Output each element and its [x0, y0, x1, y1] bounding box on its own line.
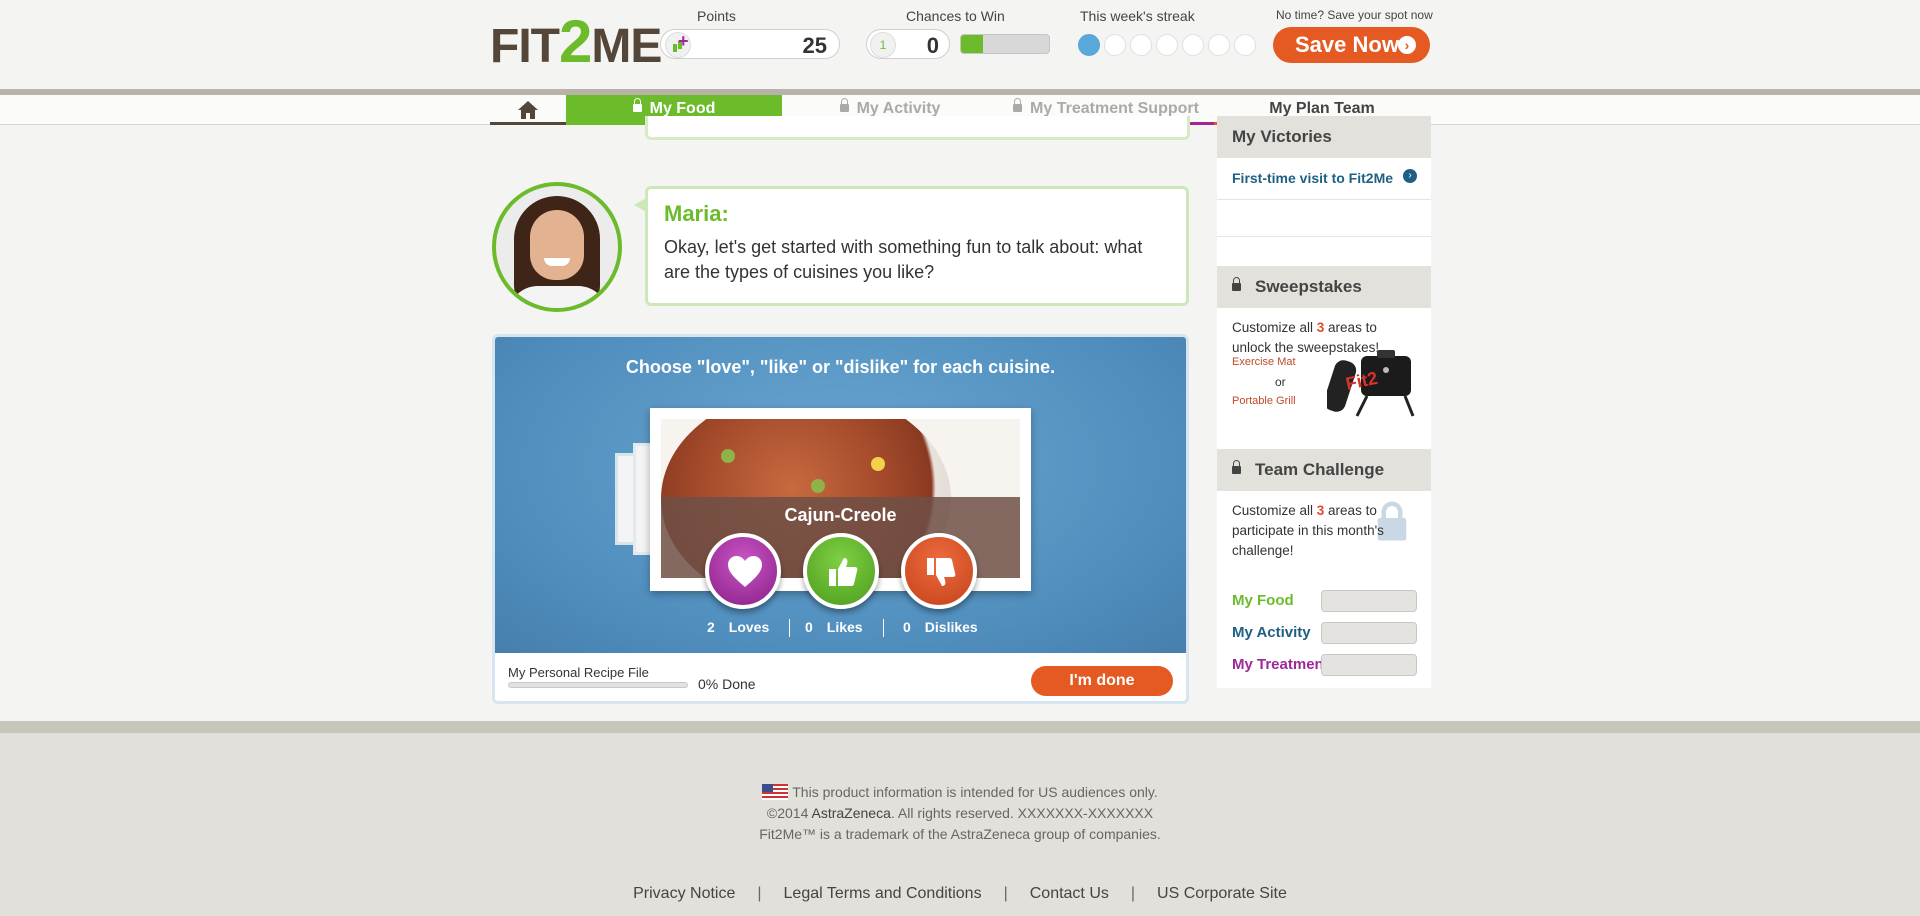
points-plus-icon: [665, 31, 691, 58]
streak-day-dot: [1234, 34, 1256, 56]
team-row-label: My Food: [1232, 592, 1294, 609]
footer-copyright: ©2014 AstraZeneca. All rights reserved. …: [766, 805, 1154, 821]
save-prompt: No time? Save your spot now: [1276, 8, 1433, 22]
team-row-label: My Activity: [1232, 624, 1311, 641]
team-challenge-text: Customize all 3 areas to participate in …: [1232, 503, 1384, 558]
recipe-progress-text: 0% Done: [698, 676, 756, 692]
divider: [1217, 236, 1431, 237]
streak-day-dot: [1182, 34, 1204, 56]
loves-count: 2 Loves: [707, 619, 770, 635]
victory-link-first-visit[interactable]: First-time visit to Fit2Me: [1232, 170, 1393, 186]
streak-dots: [1078, 34, 1256, 56]
footer-separator: |: [1130, 885, 1136, 902]
cuisine-picker-card: Choose "love", "like" or "dislike" for e…: [492, 334, 1189, 704]
chances-progress-bar: [960, 34, 1050, 54]
dislike-button[interactable]: [901, 533, 977, 609]
nav-tab-label: My Activity: [856, 100, 941, 117]
prize-grill-mat-image: Fit2: [1327, 350, 1415, 417]
points-label: Points: [697, 8, 736, 24]
footer-trademark: Fit2Me™ is a trademark of the AstraZenec…: [759, 826, 1161, 842]
lock-icon: [632, 98, 642, 112]
chevron-right-icon: ›: [1398, 36, 1416, 54]
points-display: 25: [660, 29, 840, 59]
previous-message-bubble: [645, 116, 1190, 140]
footer-divider: [0, 721, 1920, 733]
footer-separator: |: [757, 885, 762, 902]
lock-icon: [1232, 277, 1241, 291]
victories-header: My Victories: [1217, 116, 1431, 158]
logo-text-2: 2: [558, 8, 592, 75]
logo-text-me: ME: [591, 20, 662, 73]
nav-tab-label: My Treatment Support: [1030, 100, 1199, 117]
dislikes-count: 0 Dislikes: [903, 619, 978, 635]
footer-link-privacy-notice[interactable]: Privacy Notice: [633, 885, 735, 902]
fit2me-logo[interactable]: FIT2ME: [490, 12, 662, 77]
main-content: Maria: Okay, let's get started with some…: [0, 116, 1920, 721]
streak-day-dot: [1104, 34, 1126, 56]
team-progress-bar: [1321, 654, 1417, 676]
coach-message: Okay, let's get started with something f…: [664, 237, 1143, 282]
logo-text-fit: FIT: [490, 20, 560, 73]
chances-value: 0: [926, 33, 939, 58]
team-progress-bar: [1321, 590, 1417, 612]
home-icon: [518, 101, 538, 119]
sweepstakes-header: Sweepstakes: [1217, 266, 1431, 308]
footer-separator: |: [1003, 885, 1008, 902]
im-done-button[interactable]: I'm done: [1031, 666, 1173, 696]
prize-or: or: [1275, 375, 1286, 389]
prize-exercise-mat[interactable]: Exercise Mat: [1232, 356, 1296, 368]
rating-counts: 2 Loves 0 Likes 0 Dislikes: [705, 619, 995, 639]
laurel-badge-icon: 1: [870, 32, 896, 58]
footer-link-legal-terms[interactable]: Legal Terms and Conditions: [784, 885, 982, 902]
streak-day-dot: [1208, 34, 1230, 56]
footer-links: Privacy Notice | Legal Terms and Condition…: [0, 885, 1920, 903]
nav-home[interactable]: [490, 95, 566, 125]
streak-day-dot: [1130, 34, 1152, 56]
cuisine-name: Cajun-Creole: [784, 505, 897, 525]
nav-tab-label: My Plan Team: [1269, 100, 1375, 117]
save-now-button[interactable]: Save Now ›: [1273, 27, 1430, 63]
footer-link-contact-us[interactable]: Contact Us: [1030, 885, 1109, 902]
coach-message-bubble: Maria: Okay, let's get started with some…: [634, 186, 1189, 306]
count-divider: [883, 619, 884, 637]
footer-us-notice: This product information is intended for…: [0, 784, 1920, 800]
thumbs-up-icon: [829, 558, 858, 586]
likes-count: 0 Likes: [805, 619, 863, 635]
coach-name: Maria:: [664, 201, 729, 226]
header: FIT2ME Points 25 Chances to Win 1 0 This…: [0, 0, 1920, 90]
love-button[interactable]: [705, 533, 781, 609]
prize-portable-grill[interactable]: Portable Grill: [1232, 395, 1296, 407]
sidebar: My Victories First-time visit to Fit2Me …: [1217, 116, 1431, 688]
count-divider: [789, 619, 790, 637]
lock-icon: [839, 98, 849, 112]
footer-link-us-corporate-site[interactable]: US Corporate Site: [1157, 885, 1287, 902]
chances-progress-fill: [961, 35, 983, 53]
thumbs-down-icon: [927, 558, 956, 586]
like-button[interactable]: [803, 533, 879, 609]
streak-day-dot: [1156, 34, 1178, 56]
team-row-label: My Treatment: [1232, 656, 1329, 673]
lock-icon: [1013, 98, 1023, 112]
cuisine-instruction: Choose "love", "like" or "dislike" for e…: [625, 357, 1056, 377]
cuisine-picker-panel: Choose "love", "like" or "dislike" for e…: [495, 337, 1186, 653]
coach-avatar: [492, 182, 622, 312]
nav-tab-label: My Food: [649, 100, 716, 117]
streak-label: This week's streak: [1080, 8, 1195, 24]
footer: This product information is intended for…: [0, 733, 1920, 916]
points-value: 25: [802, 33, 827, 58]
chances-label: Chances to Win: [906, 8, 1005, 24]
heart-icon: [728, 556, 762, 587]
save-now-label: Save Now: [1295, 32, 1399, 57]
divider: [1217, 199, 1431, 200]
us-flag-icon: [762, 784, 789, 800]
chevron-right-icon[interactable]: ›: [1403, 169, 1417, 183]
streak-day-dot: [1078, 34, 1100, 56]
team-challenge-header: Team Challenge: [1217, 449, 1431, 491]
lock-icon: [1232, 460, 1241, 474]
recipe-file-label: My Personal Recipe File: [508, 665, 649, 680]
recipe-progress-bar: [508, 682, 688, 688]
team-progress-bar: [1321, 622, 1417, 644]
chances-display: 1 0: [866, 29, 950, 59]
